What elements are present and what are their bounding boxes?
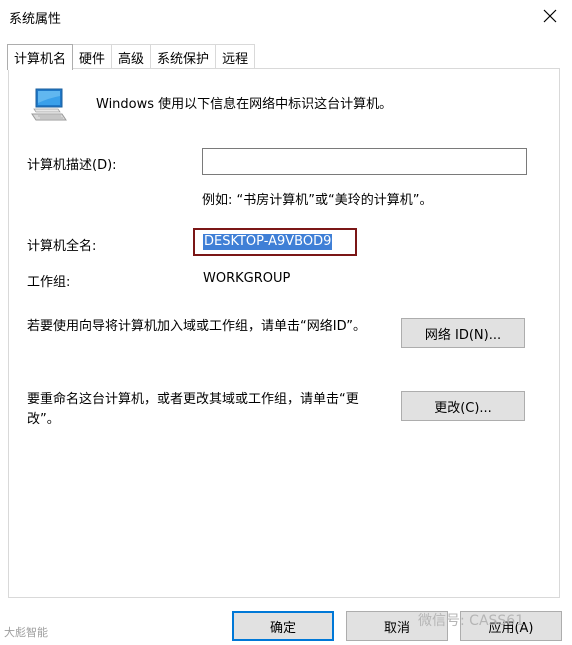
tab-system-protection[interactable]: 系统保护 bbox=[150, 44, 217, 69]
change-text: 要重命名这台计算机，或者更改其域或工作组，请单击“更改”。 bbox=[27, 392, 359, 427]
description-example: 例如: “书房计算机”或“美玲的计算机”。 bbox=[202, 193, 433, 208]
ok-button[interactable]: 确定 bbox=[232, 611, 334, 641]
workgroup-value: WORKGROUP bbox=[203, 271, 291, 286]
change-button[interactable]: 更改(C)... bbox=[401, 391, 525, 421]
close-button[interactable] bbox=[534, 2, 566, 30]
description-label: 计算机描述(D): bbox=[27, 158, 117, 173]
watermark-left: 大彪智能 bbox=[4, 626, 48, 639]
intro-text: Windows 使用以下信息在网络中标识这台计算机。 bbox=[96, 97, 393, 112]
tab-computer-name[interactable]: 计算机名 bbox=[7, 44, 74, 70]
watermark-right: 微信号: CASS61 bbox=[418, 613, 525, 629]
workgroup-label: 工作组: bbox=[27, 275, 71, 290]
window-title: 系统属性 bbox=[9, 12, 62, 27]
network-id-text: 若要使用向导将计算机加入域或工作组，请单击“网络ID”。 bbox=[27, 319, 366, 334]
close-icon bbox=[543, 9, 557, 23]
tab-advanced[interactable]: 高级 bbox=[111, 44, 152, 69]
tab-hardware[interactable]: 硬件 bbox=[72, 44, 113, 69]
computer-icon bbox=[31, 88, 67, 121]
tab-remote[interactable]: 远程 bbox=[215, 44, 256, 69]
description-input[interactable] bbox=[202, 148, 527, 175]
network-id-button[interactable]: 网络 ID(N)... bbox=[401, 318, 525, 348]
full-name-value[interactable]: DESKTOP-A9VBOD9 bbox=[203, 234, 333, 250]
tab-strip: 计算机名 硬件 高级 系统保护 远程 bbox=[7, 44, 256, 70]
title-bar: 系统属性 bbox=[0, 0, 572, 33]
full-name-label: 计算机全名: bbox=[27, 239, 97, 254]
